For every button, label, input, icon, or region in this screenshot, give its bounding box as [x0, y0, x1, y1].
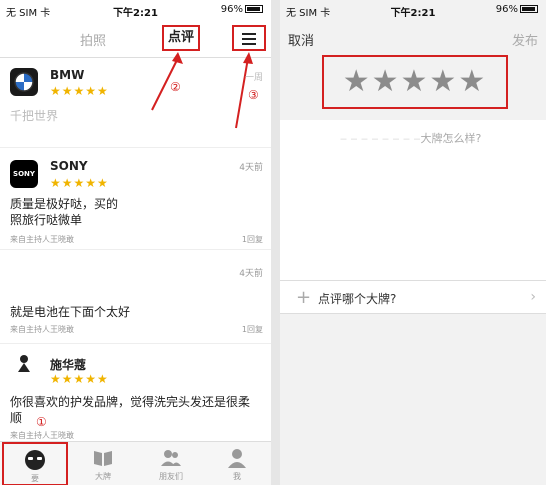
menu-button[interactable] — [232, 25, 266, 51]
compose-review-screen: 无 SIM 卡 下午2:21 96% 取消 发布 ★★★★★ ‒ ‒ ‒ ‒ ‒… — [280, 0, 546, 485]
battery-icon — [520, 5, 538, 13]
tab-home[interactable]: 要 — [2, 442, 68, 485]
bmw-roundel-icon — [14, 72, 34, 92]
reply-count[interactable]: 1回复 — [242, 324, 263, 335]
feed-screen: 无 SIM 卡 下午2:21 96% 拍照 点评 ② ③ BMW ★★★★★ 一… — [0, 0, 271, 485]
post-time: 一周 — [244, 73, 263, 83]
schwarzkopf-logo — [10, 354, 38, 382]
annotation-1: ① — [36, 415, 47, 429]
tab-me[interactable]: 我 — [204, 442, 270, 485]
top-nav: 拍照 点评 — [0, 20, 271, 58]
pick-brand-row[interactable]: + 点评哪个大牌? › — [280, 280, 546, 314]
tab-label: 要 — [31, 474, 39, 483]
sony-logo: SONY — [10, 160, 38, 188]
tab-bar: 要 大牌 朋友们 我 — [0, 441, 271, 485]
menu-icon-bar — [242, 43, 256, 45]
tab-label: 大牌 — [95, 472, 111, 481]
post-body-line1: 质量是极好哒，买的 — [10, 197, 119, 211]
rating-stars: ★★★★★ — [50, 176, 109, 190]
battery-label: 96% — [220, 4, 243, 15]
face-icon — [25, 450, 45, 470]
publish-button[interactable]: 发布 — [512, 30, 538, 49]
battery-indicator: 96% — [496, 4, 538, 15]
feed-item-3[interactable]: 4天前 就是电池在下面个太好 来自主持人王晓敢 1回复 — [0, 260, 271, 344]
tab-label: 我 — [233, 472, 241, 481]
cancel-button[interactable]: 取消 — [288, 30, 314, 49]
status-bar: 无 SIM 卡 下午2:21 96% — [0, 0, 271, 20]
menu-icon — [242, 33, 256, 35]
brand-name: SONY — [50, 159, 88, 173]
post-time: 4天前 — [239, 163, 263, 173]
pane-divider — [271, 0, 280, 485]
battery-label: 96% — [495, 4, 518, 15]
friends-icon — [161, 450, 181, 466]
battery-indicator: 96% — [221, 4, 263, 15]
post-body-line2: 照旅行哒微单 — [10, 213, 83, 227]
tab-review[interactable]: 点评 — [162, 25, 200, 51]
blurred-text: ‒ ‒ ‒ ‒ ‒ ‒ ‒ ‒ — [340, 132, 421, 145]
post-time: 4天前 — [239, 269, 263, 279]
star-rating-input[interactable]: ★★★★★ — [322, 55, 508, 109]
reply-count[interactable]: 1回复 — [242, 234, 263, 245]
post-source: 来自主持人王晓敢 — [10, 235, 74, 244]
menu-icon-bar — [242, 38, 256, 40]
post-body-line1: 就是电池在下面个太好 — [10, 305, 131, 319]
rating-stars: ★★★★★ — [50, 372, 109, 386]
rating-stars: ★★★★★ — [50, 84, 109, 98]
tab-label: 朋友们 — [159, 472, 183, 481]
compose-nav: 取消 发布 — [280, 20, 546, 58]
person-icon — [228, 449, 246, 468]
book-icon — [94, 451, 112, 466]
tab-photo[interactable]: 拍照 — [80, 30, 106, 49]
feed-item-sony[interactable]: SONY SONY ★★★★★ 4天前 质量是极好哒，买的 照旅行哒微单 来自主… — [0, 150, 271, 250]
plus-icon: + — [296, 287, 312, 308]
brand-name: BMW — [50, 68, 85, 82]
feed-item-bmw[interactable]: BMW ★★★★★ 一周 千把世界 — [0, 60, 271, 148]
post-body-line1: 你很喜欢的护发品牌，觉得洗完头发还是很柔 — [10, 395, 251, 409]
chevron-right-icon: › — [530, 289, 536, 305]
battery-icon — [245, 5, 263, 13]
tab-friends[interactable]: 朋友们 — [138, 442, 204, 485]
tab-brands[interactable]: 大牌 — [70, 442, 136, 485]
schwarzkopf-figure-icon — [18, 355, 30, 372]
brand-name: 施华蔻 — [50, 358, 87, 372]
pick-brand-label: 点评哪个大牌? — [318, 292, 397, 306]
post-body: 千把世界 — [10, 109, 59, 123]
post-source: 来自主持人王晓敢 — [10, 431, 74, 440]
status-bar: 无 SIM 卡 下午2:21 96% — [280, 0, 546, 20]
post-source: 来自主持人王晓敢 — [10, 325, 74, 334]
prompt-text: 大牌怎么样? — [420, 132, 482, 145]
review-prompt: ‒ ‒ ‒ ‒ ‒ ‒ ‒ ‒大牌怎么样? — [340, 130, 481, 146]
bmw-logo — [10, 68, 38, 96]
post-body-line2: 顺 — [10, 411, 23, 425]
